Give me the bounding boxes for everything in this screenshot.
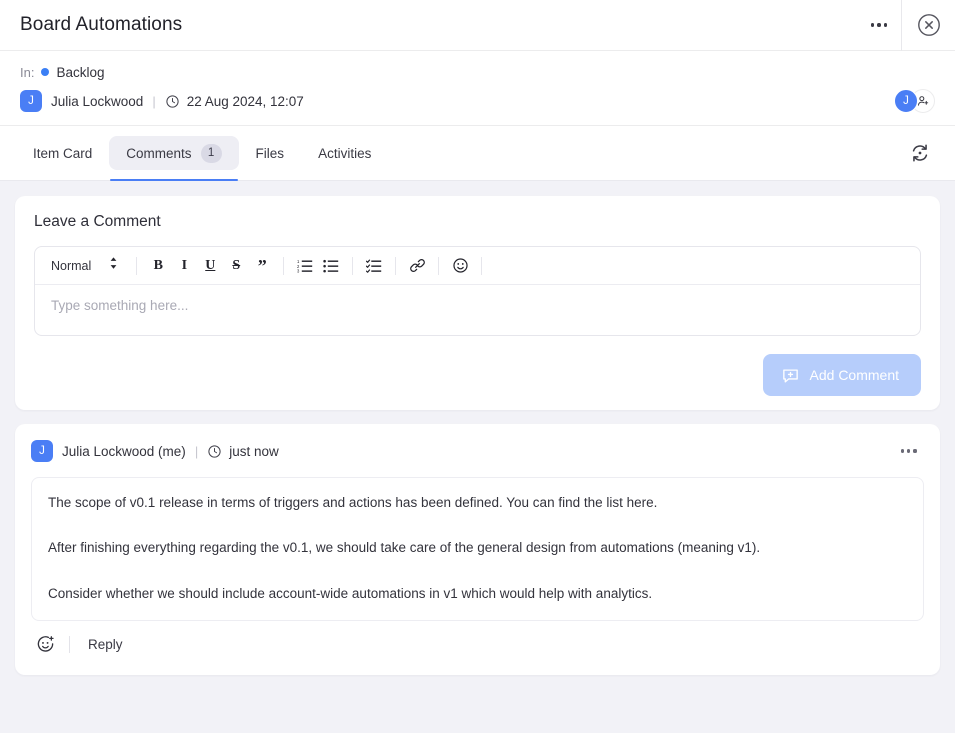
- toolbar-divider: [438, 256, 440, 275]
- close-button[interactable]: [902, 0, 955, 50]
- comment-timestamp: just now: [229, 443, 279, 459]
- clock-icon: [165, 94, 180, 109]
- sync-icon: [912, 144, 928, 162]
- comment-paragraph: Consider whether we should include accou…: [48, 585, 653, 601]
- comment-paragraph: The scope of v0.1 release in terms of tr…: [48, 495, 658, 510]
- avatar[interactable]: J: [20, 90, 42, 112]
- tab-comments[interactable]: Comments 1: [109, 136, 239, 181]
- toolbar-divider: [352, 256, 354, 275]
- composer-title: Leave a Comment: [34, 213, 161, 230]
- add-comment-label: Add Comment: [809, 367, 899, 383]
- in-label: In:: [20, 64, 35, 80]
- tab-label: Comments: [126, 145, 192, 161]
- page-title: Board Automations: [20, 14, 183, 35]
- add-reaction-icon: [37, 636, 54, 652]
- ordered-list-button[interactable]: 1 2 3: [293, 254, 317, 278]
- check-list-button[interactable]: [362, 254, 386, 278]
- more-options-button[interactable]: [857, 0, 901, 50]
- tab-label: Files: [255, 145, 285, 161]
- author-name: Julia Lockwood: [51, 93, 144, 109]
- ellipsis-icon: [900, 449, 905, 453]
- comment-menu-button[interactable]: [893, 445, 924, 456]
- comment-separator: |: [194, 443, 199, 459]
- svg-text:3: 3: [297, 268, 300, 273]
- item-detail-window: Board Automations In: Backlog J Julia Lo…: [0, 0, 955, 733]
- comment-input-placeholder: Type something here...: [51, 298, 189, 313]
- tab-badge: 1: [200, 143, 222, 163]
- tab-active-indicator: [110, 179, 238, 181]
- underline-button[interactable]: U: [198, 254, 222, 278]
- tab-files[interactable]: Files: [239, 136, 302, 170]
- add-comment-icon: [782, 368, 798, 383]
- add-user-icon: [918, 96, 929, 106]
- tab-item-card[interactable]: Item Card: [16, 136, 109, 170]
- comment-input[interactable]: Type something here...: [35, 285, 920, 335]
- bold-button[interactable]: B: [146, 254, 170, 278]
- watcher-avatar[interactable]: J: [894, 89, 918, 113]
- editor-toolbar: Normal B I U S ” 1 2 3: [35, 247, 920, 285]
- ellipsis-icon: [870, 23, 875, 27]
- tab-activities[interactable]: Activities: [301, 136, 388, 170]
- clock-icon: [207, 444, 222, 459]
- strikethrough-button[interactable]: S: [224, 254, 248, 278]
- close-circle-icon: [917, 14, 940, 36]
- refresh-button[interactable]: [909, 142, 939, 164]
- toolbar-divider: [283, 256, 285, 275]
- comment-body: The scope of v0.1 release in terms of tr…: [31, 477, 924, 621]
- titlebar: Board Automations: [0, 0, 955, 51]
- format-select-label: Normal: [51, 258, 92, 273]
- comment-author: Julia Lockwood (me): [62, 443, 186, 459]
- status-dot-icon: [41, 68, 50, 76]
- emoji-button[interactable]: [448, 254, 472, 278]
- ordered-list-icon: 1 2 3: [297, 258, 313, 273]
- format-select[interactable]: Normal: [45, 256, 128, 275]
- tabbar: Item Card Comments 1 Files Activities: [0, 126, 955, 181]
- comment-avatar[interactable]: J: [31, 440, 53, 462]
- created-timestamp: 22 Aug 2024, 12:07: [186, 93, 304, 109]
- meta-separator: |: [152, 93, 156, 109]
- status-badge[interactable]: Backlog: [56, 65, 104, 80]
- bullet-list-button[interactable]: [319, 254, 343, 278]
- link-button[interactable]: [405, 254, 429, 278]
- rich-text-editor: Normal B I U S ” 1 2 3 Type something he…: [34, 246, 921, 336]
- item-author-row: J Julia Lockwood | 22 Aug 2024, 12:07 J: [20, 89, 935, 113]
- comment-header: J Julia Lockwood (me) | just now: [31, 438, 924, 464]
- emoji-icon: [453, 258, 468, 273]
- comments-panel: Leave a Comment Normal B I U S ” 1 2 3 T…: [0, 181, 955, 733]
- composer-actions: Add Comment: [34, 354, 921, 396]
- tab-label: Item Card: [33, 145, 93, 161]
- comment-item: J Julia Lockwood (me) | just now The sco…: [15, 424, 940, 675]
- item-meta: In: Backlog J Julia Lockwood | 22 Aug 20…: [0, 51, 955, 126]
- item-location: In: Backlog: [20, 62, 935, 82]
- italic-button[interactable]: I: [172, 254, 196, 278]
- blockquote-button[interactable]: ”: [250, 254, 274, 278]
- add-reaction-button[interactable]: [31, 631, 59, 659]
- comment-composer: Leave a Comment Normal B I U S ” 1 2 3 T…: [15, 196, 940, 410]
- toolbar-divider: [395, 256, 397, 275]
- check-list-icon: [366, 258, 382, 273]
- comment-footer: Reply: [31, 625, 924, 665]
- reply-button[interactable]: Reply: [82, 633, 129, 656]
- watchers: J: [894, 89, 935, 113]
- link-icon: [409, 259, 425, 272]
- bullet-list-icon: [323, 259, 339, 272]
- titlebar-actions: [857, 0, 955, 51]
- footer-divider: [69, 636, 70, 654]
- toolbar-divider: [136, 256, 138, 275]
- tab-label: Activities: [318, 145, 372, 161]
- chevron-updown-icon: [109, 256, 118, 275]
- comment-paragraph: After finishing everything regarding the…: [48, 540, 761, 556]
- toolbar-divider: [481, 256, 483, 275]
- add-comment-button[interactable]: Add Comment: [762, 354, 921, 396]
